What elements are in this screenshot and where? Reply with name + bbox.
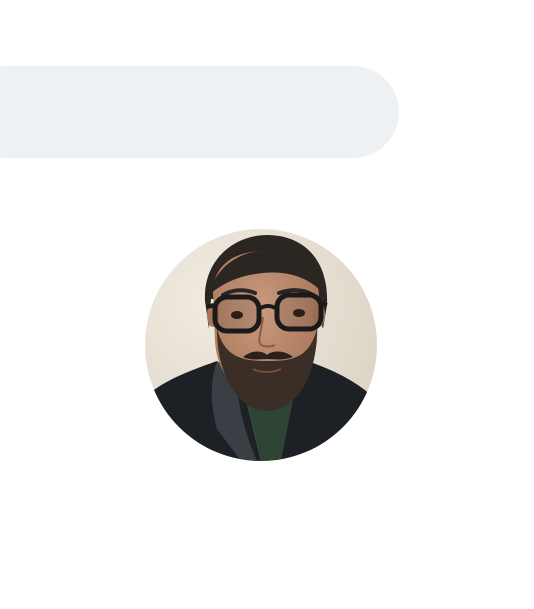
eye-right [293,309,305,317]
profile-photo [145,229,377,461]
page [0,0,534,609]
search-bar[interactable] [0,66,399,158]
avatar[interactable] [145,229,377,461]
eye-left [231,311,243,319]
